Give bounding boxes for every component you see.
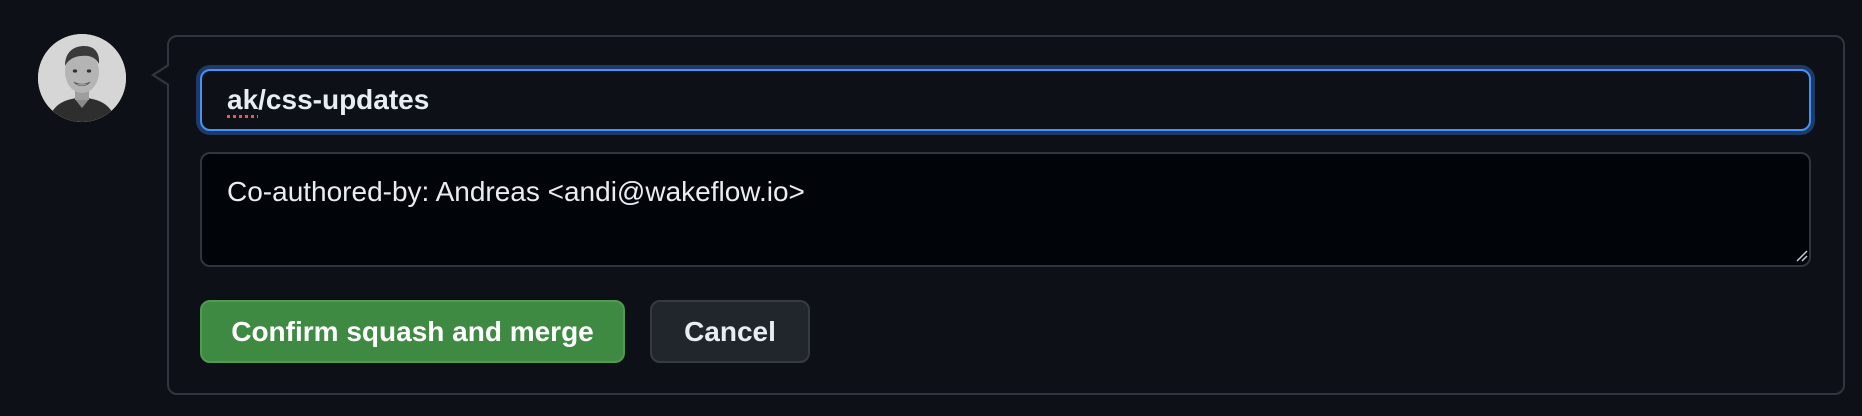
cancel-button[interactable]: Cancel [650, 300, 810, 363]
resize-grip-icon[interactable] [1796, 250, 1808, 262]
confirm-squash-merge-button[interactable]: Confirm squash and merge [200, 300, 625, 363]
avatar[interactable] [38, 34, 126, 122]
commit-title-misspelled-part: ak [227, 84, 259, 115]
commit-title-input[interactable]: ak/css-updates [200, 69, 1811, 131]
confirm-button-label: Confirm squash and merge [231, 315, 594, 347]
commit-message-text: Co-authored-by: Andreas <andi@wakeflow.i… [227, 176, 805, 207]
panel-arrow-fill [155, 66, 169, 84]
commit-message-textarea[interactable]: Co-authored-by: Andreas <andi@wakeflow.i… [200, 152, 1811, 267]
avatar-photo [38, 34, 126, 122]
commit-title-rest: /css-updates [258, 84, 430, 115]
cancel-button-label: Cancel [684, 315, 776, 347]
